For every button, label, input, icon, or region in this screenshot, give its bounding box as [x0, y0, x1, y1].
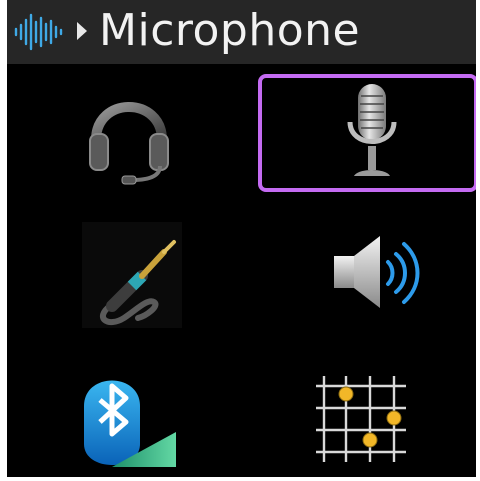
menu-item-headset[interactable] — [24, 78, 236, 191]
equalizer-grid-icon — [316, 376, 406, 462]
bluetooth-icon — [84, 380, 176, 467]
speaker-icon — [334, 236, 420, 308]
headset-icon — [89, 102, 169, 185]
sound-wave-icon — [14, 13, 63, 51]
audio-jack-icon — [82, 222, 182, 328]
menu-item-equalizer[interactable] — [262, 362, 474, 475]
device-screen: Microphone — [7, 0, 476, 477]
title-bar: Microphone — [7, 0, 476, 64]
menu-item-bluetooth[interactable] — [24, 362, 236, 475]
menu-item-speaker[interactable] — [262, 222, 474, 335]
menu-item-audio-jack[interactable] — [24, 222, 236, 335]
microphone-icon — [347, 84, 397, 176]
menu-item-microphone[interactable] — [258, 74, 476, 192]
chevron-right-icon — [77, 22, 87, 40]
page-title: Microphone — [99, 5, 361, 56]
